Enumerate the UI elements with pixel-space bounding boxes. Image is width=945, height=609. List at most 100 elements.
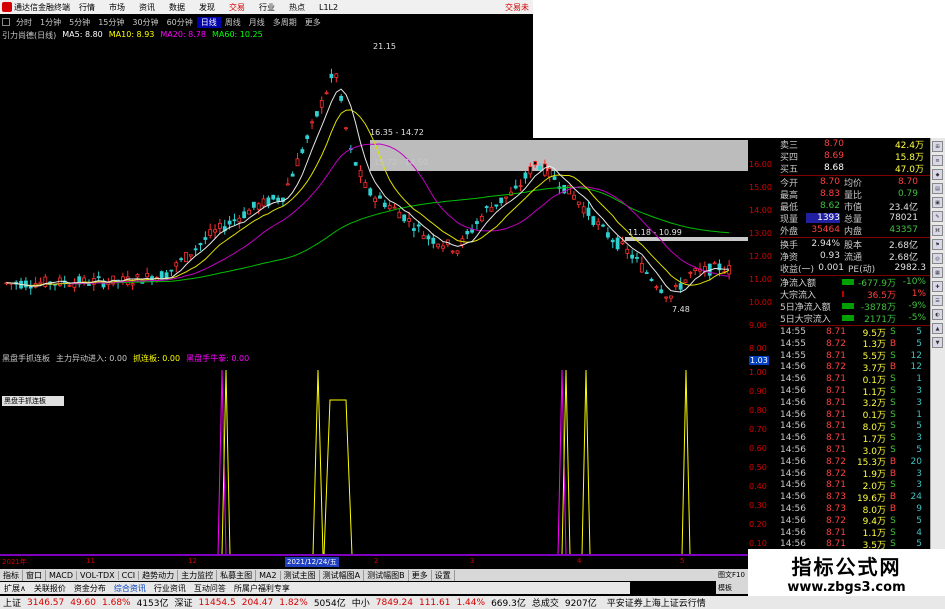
total-turnover-label: 总成交 (531, 599, 559, 609)
indicator-spike (323, 399, 353, 556)
tick-time: 14:56 (780, 374, 806, 385)
tool-icon[interactable]: ☰ (932, 295, 943, 306)
axis-tick: 14.00 (749, 206, 772, 215)
tab-ma2[interactable]: MA2 (256, 570, 281, 580)
menu-item-news[interactable]: 资讯 (132, 2, 162, 13)
period-3[interactable]: 5分钟 (65, 17, 94, 28)
tab-qa[interactable]: 互动问答 (190, 583, 230, 594)
tool-icon[interactable]: ⚑ (932, 239, 943, 250)
tab-test-b[interactable]: 测试幅图B (364, 569, 409, 581)
tab-template[interactable]: 模板 (718, 583, 748, 593)
tab-vol[interactable]: VOL-TDX (77, 570, 119, 580)
tab-trend[interactable]: 趋势动力 (139, 569, 179, 581)
menu-item-data[interactable]: 数据 (162, 2, 192, 13)
candle-body (470, 229, 475, 233)
period-multi[interactable]: 多周期 (269, 17, 301, 28)
checkbox-icon[interactable] (2, 18, 10, 26)
tool-icon[interactable]: ◎ (932, 253, 943, 264)
tab-test-main[interactable]: 测试主图 (281, 569, 320, 581)
candle-body (416, 224, 421, 227)
tab-related-quote[interactable]: 关联报价 (30, 583, 70, 594)
tab-fund-distribution[interactable]: 资金分布 (70, 583, 110, 594)
period-daily[interactable]: 日线 (196, 16, 221, 28)
tick-side: S (890, 527, 896, 538)
tab-general-news[interactable]: 综合资讯 (110, 583, 150, 594)
period-weekly[interactable]: 周线 (221, 17, 245, 28)
tool-icon[interactable]: ✎ (932, 211, 943, 222)
trade-status-label[interactable]: 交易未 (505, 2, 533, 13)
tool-icon[interactable]: ◐ (932, 309, 943, 320)
tool-icon[interactable]: ▦ (932, 267, 943, 278)
period-6[interactable]: 60分钟 (163, 17, 197, 28)
tick-price: 8.71 (825, 327, 846, 337)
index-name[interactable]: 深证 (172, 596, 196, 609)
menu-item-l1l2[interactable]: L1L2 (312, 3, 345, 12)
tool-icon[interactable]: ◆ (932, 169, 943, 180)
tab-f10[interactable]: 图文F10 (718, 570, 748, 580)
tab-test-a[interactable]: 测试幅图A (320, 569, 365, 581)
candle-body (407, 218, 411, 222)
menu-item-trade[interactable]: 交易 (222, 2, 252, 13)
tick-side: S (890, 539, 896, 550)
tool-icon[interactable]: ✚ (932, 281, 943, 292)
tab-more[interactable]: 更多 (409, 569, 432, 581)
tick-side: S (890, 409, 896, 420)
tab-cci[interactable]: CCI (119, 570, 140, 580)
tab-private-main[interactable]: 私募主图 (217, 569, 257, 581)
menu-item-quotes[interactable]: 行情 (72, 2, 102, 13)
tab-settings[interactable]: 设置 (432, 569, 455, 581)
tool-icon[interactable]: ▼ (932, 337, 943, 348)
tool-icon[interactable]: ≡ (932, 155, 943, 166)
ind-axis-tick: 0.70 (749, 425, 767, 434)
tab-expand[interactable]: 扩展∧ (0, 583, 30, 594)
server-label[interactable]: 平安证券上海上证云行情 (604, 596, 709, 609)
period-2[interactable]: 1分钟 (36, 17, 65, 28)
tool-icon[interactable]: ▣ (932, 197, 943, 208)
tick-price: 8.71 (825, 374, 846, 385)
period-monthly[interactable]: 月线 (245, 17, 269, 28)
tick-row: 14:56 8.72 15.3万 B 20 (780, 456, 945, 469)
stat-value: 23.4亿 (888, 202, 918, 213)
flow-value: 2171万 (864, 314, 896, 325)
tab-industry-news[interactable]: 行业资讯 (150, 583, 190, 594)
menu-item-market[interactable]: 市场 (102, 2, 132, 13)
stat-row: 现量 1393 总量 78021 (780, 212, 945, 225)
tab-macd[interactable]: MACD (46, 570, 77, 580)
flow-percent: -9% (908, 301, 926, 311)
index-percent: 1.44% (456, 597, 486, 608)
ind-axis-tick: 1.00 (749, 368, 767, 377)
kline-chart[interactable] (0, 40, 748, 355)
tab-indicator[interactable]: 指标 (0, 569, 23, 581)
tool-icon[interactable]: ▲ (932, 323, 943, 334)
menu-item-industry[interactable]: 行业 (252, 2, 282, 13)
candle-body (581, 206, 586, 214)
tab-main-monitor[interactable]: 主力监控 (178, 569, 218, 581)
menu-item-hot[interactable]: 热点 (282, 2, 312, 13)
tool-icon[interactable]: ⊞ (932, 141, 943, 152)
axis-tick: 13.00 (749, 229, 772, 238)
tool-icon[interactable]: ▤ (932, 183, 943, 194)
indicator-box-label[interactable]: 黑盘手抓连板 (2, 396, 64, 406)
stat-row: 今开 8.70 均价 8.70 (780, 176, 945, 189)
tab-welfare[interactable]: 所属户福利专享 (230, 583, 294, 594)
ma60-line (6, 186, 730, 287)
index-name[interactable]: 上证 (0, 596, 24, 609)
period-4[interactable]: 15分钟 (94, 17, 128, 28)
index-name[interactable]: 中小 (349, 596, 373, 609)
tab-window[interactable]: 窗口 (23, 569, 46, 581)
tool-icon[interactable]: ⌘ (932, 225, 943, 236)
candle-body (87, 284, 91, 286)
axis-tick: 16.00 (749, 160, 772, 169)
menu-item-discover[interactable]: 发现 (192, 2, 222, 13)
candle-body (669, 295, 673, 299)
stat-row: 收益(一) 0.001 PE(动) 2982.3 (780, 262, 945, 275)
candle-body (712, 262, 717, 265)
stat-value: 35464 (811, 225, 840, 235)
tick-side: S (890, 515, 896, 526)
period-more[interactable]: 更多 (301, 17, 325, 28)
period-5[interactable]: 30分钟 (128, 17, 162, 28)
date-label: 2 (374, 557, 379, 565)
period-1[interactable]: 分时 (12, 17, 36, 28)
logo-icon (2, 2, 12, 12)
indicator-chart[interactable] (0, 362, 748, 558)
